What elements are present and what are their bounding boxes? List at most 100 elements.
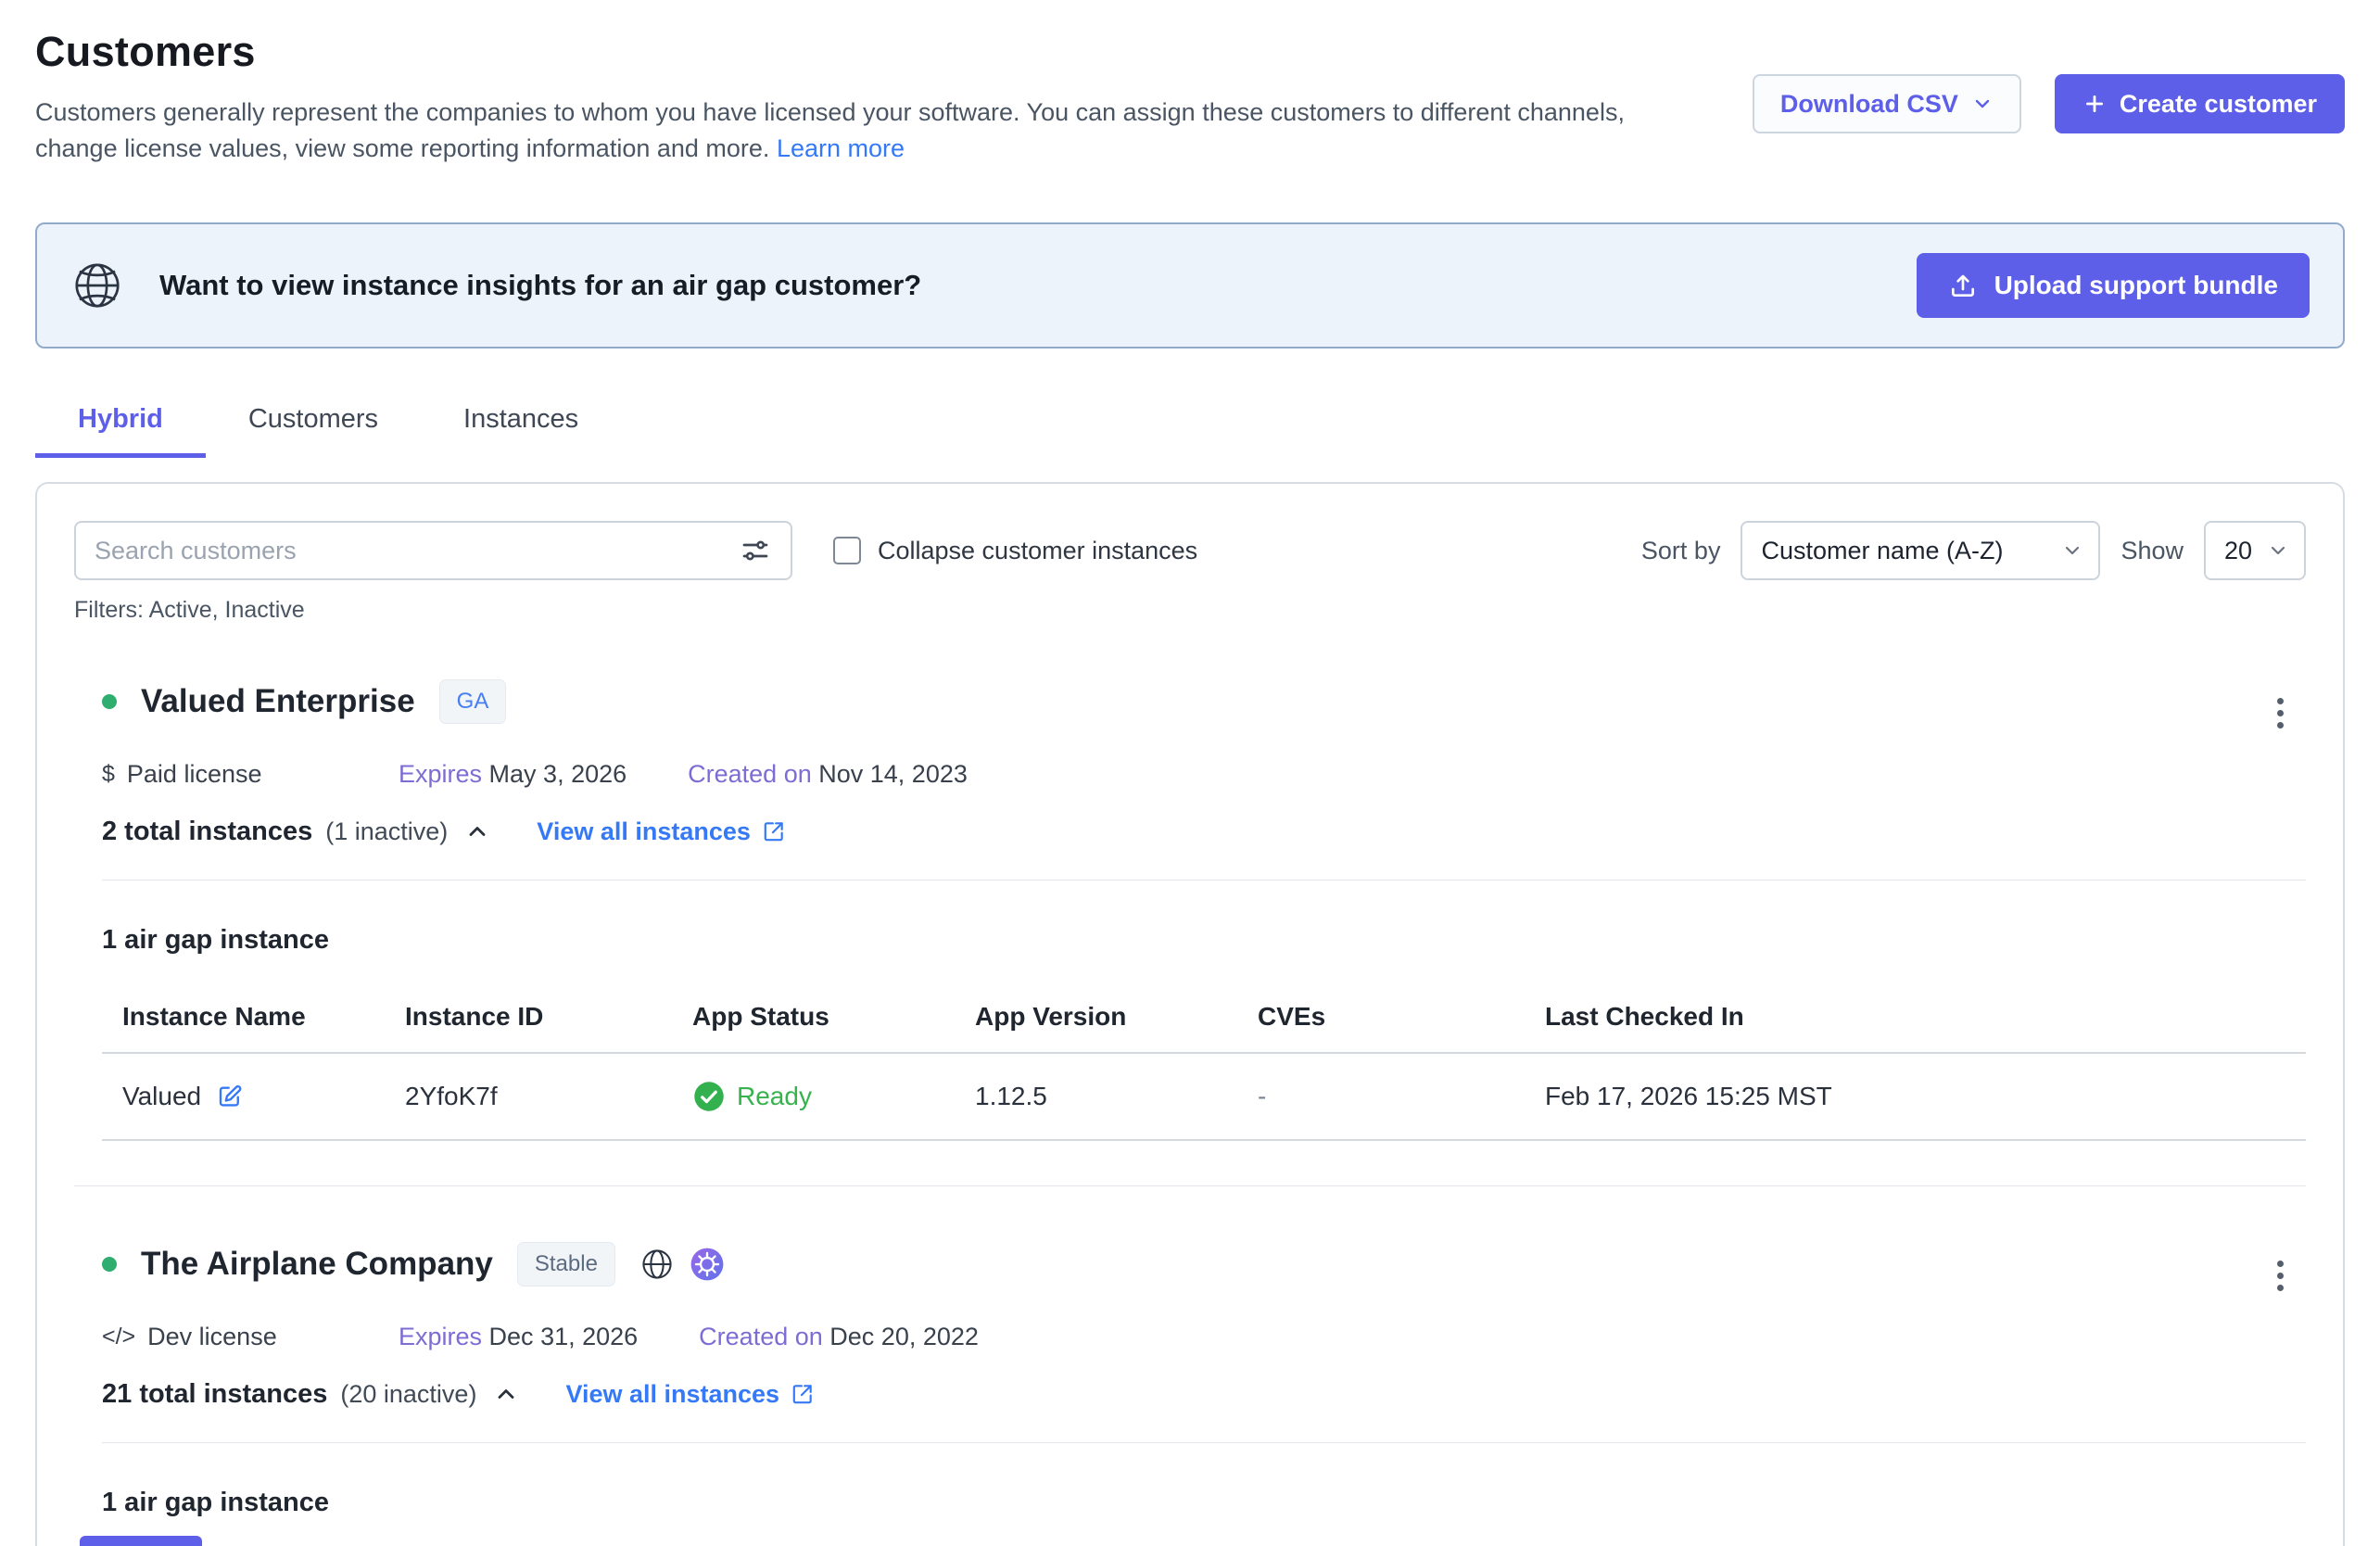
customer-header: Valued Enterprise GA: [102, 665, 2306, 738]
kebab-menu-icon[interactable]: [2268, 689, 2293, 738]
search-input[interactable]: [95, 537, 726, 565]
sort-by-label: Sort by: [1641, 537, 1721, 565]
horizontal-scrollbar-thumb[interactable]: [80, 1536, 202, 1546]
dollar-icon: $: [102, 761, 115, 788]
page-header-actions: Download CSV Create customer: [1753, 74, 2345, 133]
learn-more-link[interactable]: Learn more: [777, 134, 905, 162]
license-type: </> Dev license: [102, 1323, 399, 1351]
table-row: Valued 2YfoK7f Ready 1.12.5 - Feb: [102, 1054, 2306, 1141]
instances-table: Instance Name Instance ID App Status App…: [102, 991, 2306, 1141]
view-all-instances-label: View all instances: [565, 1380, 779, 1409]
customer-meta-row: $ Paid license Expires May 3, 2026 Creat…: [102, 760, 2306, 789]
plus-icon: [2082, 92, 2107, 116]
instance-name-cell: Valued: [102, 1082, 385, 1111]
page-title: Customers: [35, 28, 1666, 76]
channel-badge: GA: [439, 679, 507, 724]
customers-page: Customers Customers generally represent …: [0, 0, 2380, 1546]
sort-select[interactable]: Customer name (A-Z): [1741, 521, 2100, 580]
create-customer-label: Create customer: [2120, 90, 2317, 119]
customer-name[interactable]: Valued Enterprise: [141, 683, 415, 720]
upload-support-bundle-button[interactable]: Upload support bundle: [1917, 253, 2310, 318]
created-on-label: Created on: [688, 760, 812, 788]
upload-icon: [1948, 271, 1978, 300]
chevron-down-icon: [1971, 93, 1994, 115]
instance-name: Valued: [122, 1082, 201, 1111]
edit-icon[interactable]: [216, 1083, 244, 1110]
active-status-dot: [102, 1257, 117, 1272]
app-status-text: Ready: [737, 1082, 812, 1111]
show-label: Show: [2120, 537, 2184, 565]
expires-field: Expires May 3, 2026: [399, 760, 627, 789]
customers-toolbar: Collapse customer instances Sort by Cust…: [74, 521, 2306, 580]
created-field: Created on Dec 20, 2022: [699, 1323, 979, 1351]
active-filters-text: Filters: Active, Inactive: [74, 597, 2306, 624]
app-status-cell: Ready: [672, 1080, 955, 1113]
download-csv-button[interactable]: Download CSV: [1753, 74, 2021, 133]
customer-divider: [74, 1185, 2306, 1186]
column-header-instance-name: Instance Name: [102, 1002, 385, 1032]
tab-customers[interactable]: Customers: [206, 391, 421, 458]
page-description: Customers generally represent the compan…: [35, 95, 1666, 167]
expires-field: Expires Dec 31, 2026: [399, 1323, 638, 1351]
helm-kubernetes-icon: [690, 1247, 725, 1282]
column-header-last-checked-in: Last Checked In: [1525, 1002, 2306, 1032]
column-header-instance-id: Instance ID: [385, 1002, 672, 1032]
created-on-value: Nov 14, 2023: [818, 760, 968, 788]
expires-value: May 3, 2026: [489, 760, 627, 788]
airgap-instance-count: 1 air gap instance: [102, 925, 2306, 956]
expires-label: Expires: [399, 1323, 482, 1350]
upload-support-bundle-label: Upload support bundle: [1994, 271, 2278, 300]
airgap-banner: Want to view instance insights for an ai…: [35, 222, 2345, 348]
customer-valued-enterprise: Valued Enterprise GA $ Paid license Expi…: [74, 665, 2306, 1141]
tab-hybrid[interactable]: Hybrid: [35, 391, 206, 458]
license-type: $ Paid license: [102, 760, 399, 789]
created-on-label: Created on: [699, 1323, 823, 1350]
globe-icon: [639, 1247, 675, 1282]
cves-cell: -: [1237, 1082, 1525, 1111]
instances-count: 21 total instances: [102, 1379, 327, 1410]
globe-icon: [70, 259, 124, 312]
collapse-instances-control[interactable]: Collapse customer instances: [833, 537, 1197, 565]
page-header: Customers Customers generally represent …: [35, 28, 2345, 167]
expires-value: Dec 31, 2026: [489, 1323, 639, 1350]
check-circle-icon: [692, 1080, 726, 1113]
download-csv-label: Download CSV: [1780, 90, 1958, 119]
kebab-menu-icon[interactable]: [2268, 1251, 2293, 1300]
chevron-down-icon: [2267, 539, 2289, 562]
external-link-icon: [791, 1382, 815, 1406]
divider: [102, 880, 2306, 881]
last-checked-in-cell: Feb 17, 2026 15:25 MST: [1525, 1082, 2306, 1111]
tab-instances[interactable]: Instances: [421, 391, 621, 458]
view-all-instances-link[interactable]: View all instances: [565, 1380, 815, 1409]
airgap-banner-title: Want to view instance insights for an ai…: [159, 269, 921, 302]
airgap-instance-count: 1 air gap instance: [102, 1488, 2306, 1518]
customer-header: The Airplane Company Stable: [102, 1227, 2306, 1300]
create-customer-button[interactable]: Create customer: [2055, 74, 2345, 133]
customer-meta-row: </> Dev license Expires Dec 31, 2026 Cre…: [102, 1323, 2306, 1351]
customer-name[interactable]: The Airplane Company: [141, 1246, 493, 1283]
customers-card: Collapse customer instances Sort by Cust…: [35, 482, 2345, 1546]
column-header-cves: CVEs: [1237, 1002, 1525, 1032]
created-field: Created on Nov 14, 2023: [688, 760, 968, 789]
install-type-icons: [639, 1247, 725, 1282]
instances-inactive-count: (1 inactive): [325, 817, 448, 846]
collapse-instances-label: Collapse customer instances: [878, 537, 1197, 565]
divider: [102, 1442, 2306, 1443]
toolbar-right: Sort by Customer name (A-Z) Show 20: [1641, 521, 2306, 580]
app-version-cell: 1.12.5: [955, 1082, 1237, 1111]
page-header-left: Customers Customers generally represent …: [35, 28, 1666, 167]
show-select[interactable]: 20: [2204, 521, 2306, 580]
active-status-dot: [102, 694, 117, 709]
view-all-instances-link[interactable]: View all instances: [537, 817, 786, 846]
view-all-instances-label: View all instances: [537, 817, 751, 846]
instances-summary-row: 2 total instances (1 inactive) View all …: [102, 815, 2306, 848]
code-icon: </>: [102, 1324, 135, 1350]
collapse-instances-checkbox[interactable]: [833, 537, 861, 564]
expires-label: Expires: [399, 760, 482, 788]
filter-sliders-icon[interactable]: [739, 534, 772, 567]
channel-badge: Stable: [517, 1242, 615, 1286]
created-on-value: Dec 20, 2022: [829, 1323, 979, 1350]
license-type-label: Paid license: [127, 760, 262, 789]
chevron-up-icon[interactable]: [489, 1377, 523, 1411]
chevron-up-icon[interactable]: [461, 815, 494, 848]
